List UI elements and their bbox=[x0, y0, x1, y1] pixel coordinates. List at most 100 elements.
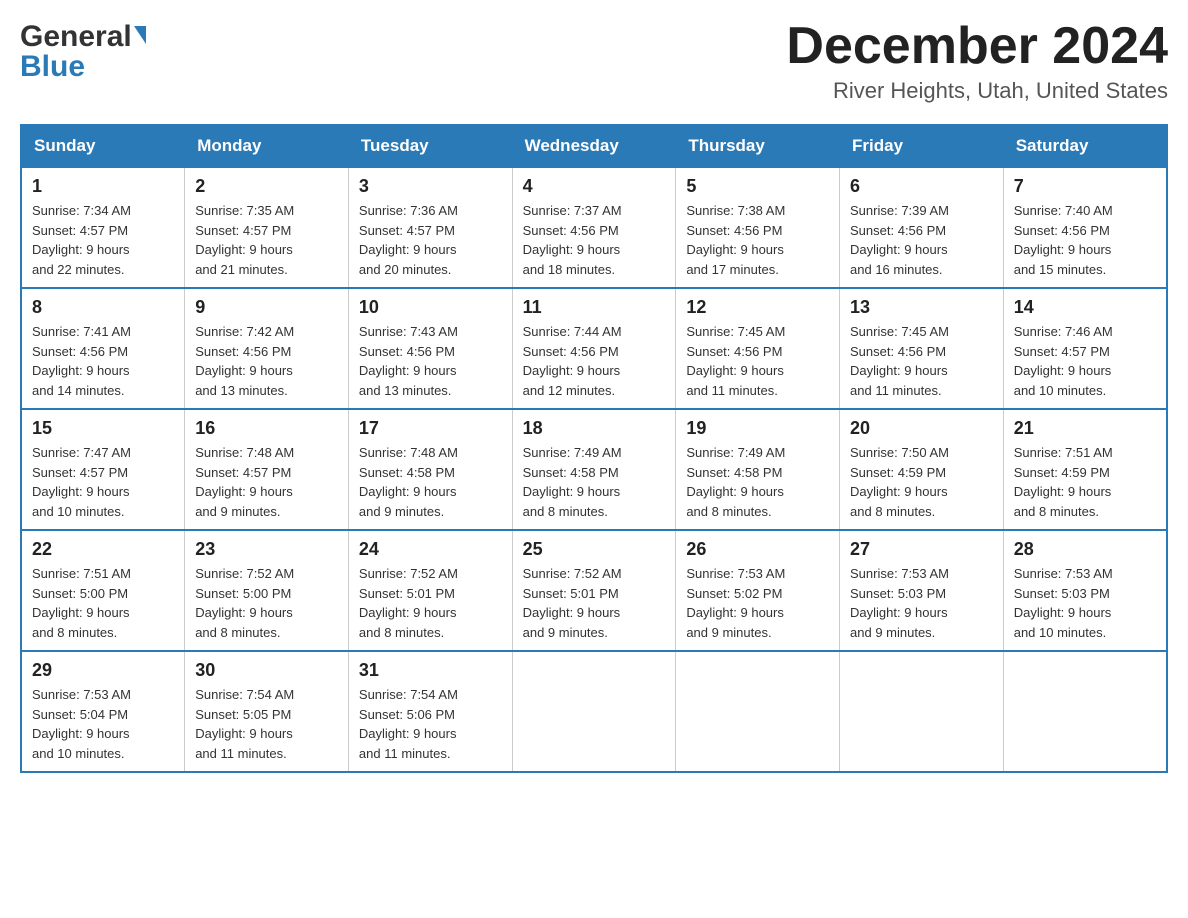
day-number: 11 bbox=[523, 297, 666, 318]
day-number: 27 bbox=[850, 539, 993, 560]
logo-general-text: General bbox=[20, 20, 132, 54]
empty-cell bbox=[676, 651, 840, 772]
calendar-day-cell: 3Sunrise: 7:36 AMSunset: 4:57 PMDaylight… bbox=[348, 167, 512, 288]
day-number: 26 bbox=[686, 539, 829, 560]
calendar-day-cell: 11Sunrise: 7:44 AMSunset: 4:56 PMDayligh… bbox=[512, 288, 676, 409]
day-number: 1 bbox=[32, 176, 174, 197]
calendar-day-cell: 16 Sunrise: 7:48 AMSunset: 4:57 PMDayligh… bbox=[185, 409, 349, 530]
day-info: Sunrise: 7:45 AMSunset: 4:56 PMDaylight:… bbox=[686, 322, 829, 400]
day-number: 13 bbox=[850, 297, 993, 318]
day-number: 31 bbox=[359, 660, 502, 681]
day-info: Sunrise: 7:38 AMSunset: 4:56 PMDaylight:… bbox=[686, 201, 829, 279]
day-info: Sunrise: 7:48 AMSunset: 4:57 PMDaylight:… bbox=[195, 443, 338, 521]
day-info: Sunrise: 7:54 AMSunset: 5:06 PMDaylight:… bbox=[359, 685, 502, 763]
day-number: 20 bbox=[850, 418, 993, 439]
day-info: Sunrise: 7:41 AMSunset: 4:56 PMDaylight:… bbox=[32, 322, 174, 400]
day-number: 19 bbox=[686, 418, 829, 439]
calendar-day-cell: 15Sunrise: 7:47 AMSunset: 4:57 PMDayligh… bbox=[21, 409, 185, 530]
day-number: 14 bbox=[1014, 297, 1156, 318]
calendar-day-cell: 27 Sunrise: 7:53 AMSunset: 5:03 PMDayligh… bbox=[840, 530, 1004, 651]
calendar-header-tuesday: Tuesday bbox=[348, 125, 512, 167]
calendar-day-cell: 12 Sunrise: 7:45 AMSunset: 4:56 PMDayligh… bbox=[676, 288, 840, 409]
calendar-day-cell: 23 Sunrise: 7:52 AMSunset: 5:00 PMDayligh… bbox=[185, 530, 349, 651]
day-info: Sunrise: 7:40 AMSunset: 4:56 PMDaylight:… bbox=[1014, 201, 1156, 279]
day-info: Sunrise: 7:52 AMSunset: 5:00 PMDaylight:… bbox=[195, 564, 338, 642]
day-info: Sunrise: 7:49 AMSunset: 4:58 PMDaylight:… bbox=[686, 443, 829, 521]
calendar-day-cell: 17 Sunrise: 7:48 AMSunset: 4:58 PMDayligh… bbox=[348, 409, 512, 530]
day-number: 18 bbox=[523, 418, 666, 439]
day-number: 5 bbox=[686, 176, 829, 197]
calendar-day-cell: 8 Sunrise: 7:41 AMSunset: 4:56 PMDaylight… bbox=[21, 288, 185, 409]
calendar-header-row: SundayMondayTuesdayWednesdayThursdayFrid… bbox=[21, 125, 1167, 167]
calendar-day-cell: 7 Sunrise: 7:40 AMSunset: 4:56 PMDaylight… bbox=[1003, 167, 1167, 288]
calendar-day-cell: 6Sunrise: 7:39 AMSunset: 4:56 PMDaylight… bbox=[840, 167, 1004, 288]
calendar-week-row: 8 Sunrise: 7:41 AMSunset: 4:56 PMDaylight… bbox=[21, 288, 1167, 409]
day-number: 28 bbox=[1014, 539, 1156, 560]
day-info: Sunrise: 7:53 AMSunset: 5:03 PMDaylight:… bbox=[850, 564, 993, 642]
calendar-table: SundayMondayTuesdayWednesdayThursdayFrid… bbox=[20, 124, 1168, 773]
day-info: Sunrise: 7:51 AMSunset: 5:00 PMDaylight:… bbox=[32, 564, 174, 642]
day-info: Sunrise: 7:51 AMSunset: 4:59 PMDaylight:… bbox=[1014, 443, 1156, 521]
logo-blue-text: Blue bbox=[20, 50, 85, 84]
calendar-header-wednesday: Wednesday bbox=[512, 125, 676, 167]
day-info: Sunrise: 7:52 AMSunset: 5:01 PMDaylight:… bbox=[359, 564, 502, 642]
day-number: 12 bbox=[686, 297, 829, 318]
day-number: 7 bbox=[1014, 176, 1156, 197]
day-info: Sunrise: 7:34 AMSunset: 4:57 PMDaylight:… bbox=[32, 201, 174, 279]
calendar-day-cell: 26 Sunrise: 7:53 AMSunset: 5:02 PMDayligh… bbox=[676, 530, 840, 651]
title-section: December 2024 River Heights, Utah, Unite… bbox=[786, 20, 1168, 104]
day-number: 17 bbox=[359, 418, 502, 439]
day-info: Sunrise: 7:53 AMSunset: 5:04 PMDaylight:… bbox=[32, 685, 174, 763]
day-info: Sunrise: 7:43 AMSunset: 4:56 PMDaylight:… bbox=[359, 322, 502, 400]
day-info: Sunrise: 7:48 AMSunset: 4:58 PMDaylight:… bbox=[359, 443, 502, 521]
page-header: General Blue December 2024 River Heights… bbox=[20, 20, 1168, 104]
calendar-day-cell: 14 Sunrise: 7:46 AMSunset: 4:57 PMDayligh… bbox=[1003, 288, 1167, 409]
day-number: 9 bbox=[195, 297, 338, 318]
calendar-header-monday: Monday bbox=[185, 125, 349, 167]
day-info: Sunrise: 7:53 AMSunset: 5:02 PMDaylight:… bbox=[686, 564, 829, 642]
calendar-header-thursday: Thursday bbox=[676, 125, 840, 167]
day-info: Sunrise: 7:49 AMSunset: 4:58 PMDaylight:… bbox=[523, 443, 666, 521]
calendar-day-cell: 9Sunrise: 7:42 AMSunset: 4:56 PMDaylight… bbox=[185, 288, 349, 409]
day-number: 25 bbox=[523, 539, 666, 560]
logo: General Blue bbox=[20, 20, 146, 84]
calendar-week-row: 22 Sunrise: 7:51 AMSunset: 5:00 PMDayligh… bbox=[21, 530, 1167, 651]
day-info: Sunrise: 7:39 AMSunset: 4:56 PMDaylight:… bbox=[850, 201, 993, 279]
empty-cell bbox=[512, 651, 676, 772]
calendar-day-cell: 25Sunrise: 7:52 AMSunset: 5:01 PMDayligh… bbox=[512, 530, 676, 651]
calendar-day-cell: 10 Sunrise: 7:43 AMSunset: 4:56 PMDayligh… bbox=[348, 288, 512, 409]
day-number: 4 bbox=[523, 176, 666, 197]
calendar-week-row: 29 Sunrise: 7:53 AMSunset: 5:04 PMDayligh… bbox=[21, 651, 1167, 772]
calendar-day-cell: 1 Sunrise: 7:34 AMSunset: 4:57 PMDaylight… bbox=[21, 167, 185, 288]
calendar-week-row: 1 Sunrise: 7:34 AMSunset: 4:57 PMDaylight… bbox=[21, 167, 1167, 288]
calendar-week-row: 15Sunrise: 7:47 AMSunset: 4:57 PMDayligh… bbox=[21, 409, 1167, 530]
day-number: 30 bbox=[195, 660, 338, 681]
calendar-day-cell: 18 Sunrise: 7:49 AMSunset: 4:58 PMDayligh… bbox=[512, 409, 676, 530]
day-number: 16 bbox=[195, 418, 338, 439]
day-info: Sunrise: 7:54 AMSunset: 5:05 PMDaylight:… bbox=[195, 685, 338, 763]
day-info: Sunrise: 7:50 AMSunset: 4:59 PMDaylight:… bbox=[850, 443, 993, 521]
day-info: Sunrise: 7:45 AMSunset: 4:56 PMDaylight:… bbox=[850, 322, 993, 400]
calendar-day-cell: 20 Sunrise: 7:50 AMSunset: 4:59 PMDayligh… bbox=[840, 409, 1004, 530]
day-number: 29 bbox=[32, 660, 174, 681]
day-number: 21 bbox=[1014, 418, 1156, 439]
calendar-day-cell: 5 Sunrise: 7:38 AMSunset: 4:56 PMDaylight… bbox=[676, 167, 840, 288]
day-info: Sunrise: 7:53 AMSunset: 5:03 PMDaylight:… bbox=[1014, 564, 1156, 642]
calendar-day-cell: 13 Sunrise: 7:45 AMSunset: 4:56 PMDayligh… bbox=[840, 288, 1004, 409]
empty-cell bbox=[840, 651, 1004, 772]
calendar-header-saturday: Saturday bbox=[1003, 125, 1167, 167]
calendar-day-cell: 24Sunrise: 7:52 AMSunset: 5:01 PMDayligh… bbox=[348, 530, 512, 651]
calendar-day-cell: 29 Sunrise: 7:53 AMSunset: 5:04 PMDayligh… bbox=[21, 651, 185, 772]
month-title: December 2024 bbox=[786, 20, 1168, 72]
day-info: Sunrise: 7:35 AMSunset: 4:57 PMDaylight:… bbox=[195, 201, 338, 279]
day-number: 10 bbox=[359, 297, 502, 318]
day-info: Sunrise: 7:47 AMSunset: 4:57 PMDaylight:… bbox=[32, 443, 174, 521]
day-number: 22 bbox=[32, 539, 174, 560]
day-number: 8 bbox=[32, 297, 174, 318]
empty-cell bbox=[1003, 651, 1167, 772]
day-number: 23 bbox=[195, 539, 338, 560]
calendar-day-cell: 19 Sunrise: 7:49 AMSunset: 4:58 PMDayligh… bbox=[676, 409, 840, 530]
day-number: 2 bbox=[195, 176, 338, 197]
day-info: Sunrise: 7:46 AMSunset: 4:57 PMDaylight:… bbox=[1014, 322, 1156, 400]
calendar-day-cell: 22 Sunrise: 7:51 AMSunset: 5:00 PMDayligh… bbox=[21, 530, 185, 651]
